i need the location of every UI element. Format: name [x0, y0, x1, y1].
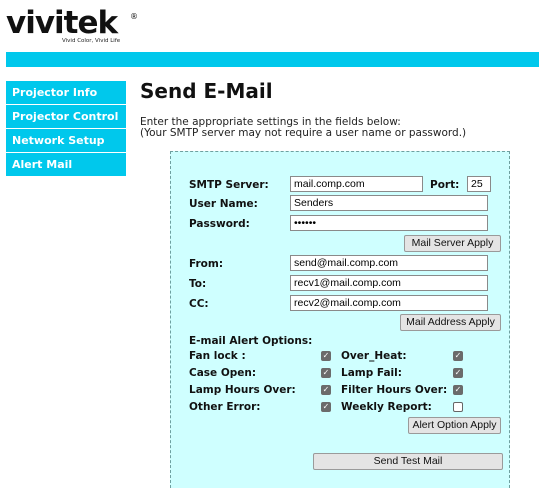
- lamp-hours-over-label: Lamp Hours Over:: [189, 384, 296, 396]
- weekly-report-checkbox[interactable]: [453, 402, 463, 412]
- logo-registered-mark: ®: [130, 12, 138, 21]
- case-open-checkbox[interactable]: ✓: [321, 368, 331, 378]
- port-label: Port:: [430, 179, 460, 191]
- mail-server-apply-button[interactable]: Mail Server Apply: [404, 235, 501, 252]
- user-name-label: User Name:: [189, 198, 258, 210]
- weekly-report-label: Weekly Report:: [341, 401, 432, 413]
- password-label: Password:: [189, 218, 250, 230]
- sidebar-item-alert-mail-settings[interactable]: Alert Mail Settings: [6, 153, 126, 194]
- sidebar-item-projector-control[interactable]: Projector Control: [6, 105, 126, 128]
- page-description: Enter the appropriate settings in the fi…: [140, 117, 466, 139]
- other-error-checkbox[interactable]: ✓: [321, 402, 331, 412]
- description-line-2: (Your SMTP server may not require a user…: [140, 127, 467, 139]
- send-test-mail-button[interactable]: Send Test Mail: [313, 453, 503, 470]
- filter-hours-over-checkbox[interactable]: ✓: [453, 385, 463, 395]
- logo-tagline: Vivid Color, Vivid Life: [62, 38, 121, 44]
- mail-address-apply-button[interactable]: Mail Address Apply: [400, 314, 501, 331]
- fan-lock-checkbox[interactable]: ✓: [321, 351, 331, 361]
- lamp-hours-over-checkbox[interactable]: ✓: [321, 385, 331, 395]
- user-name-input[interactable]: [290, 195, 488, 211]
- alert-option-apply-button[interactable]: Alert Option Apply: [408, 417, 501, 434]
- sidebar-item-projector-info[interactable]: Projector Info: [6, 81, 126, 104]
- sidebar-item-network-setup[interactable]: Network Setup: [6, 129, 126, 152]
- lamp-fail-checkbox[interactable]: ✓: [453, 368, 463, 378]
- header-bar: [6, 52, 539, 67]
- page-title: Send E-Mail: [140, 79, 273, 103]
- smtp-server-label: SMTP Server:: [189, 179, 269, 191]
- fan-lock-label: Fan lock :: [189, 350, 246, 362]
- password-input[interactable]: [290, 215, 488, 231]
- alert-options-title: E-mail Alert Options:: [189, 335, 313, 347]
- port-input[interactable]: [467, 176, 491, 192]
- vivitek-logo: vivitek ® Vivid Color, Vivid Life: [6, 4, 146, 50]
- filter-hours-over-label: Filter Hours Over:: [341, 384, 448, 396]
- over-heat-label: Over_Heat:: [341, 350, 407, 362]
- to-label: To:: [189, 278, 207, 290]
- from-input[interactable]: [290, 255, 488, 271]
- lamp-fail-label: Lamp Fail:: [341, 367, 402, 379]
- other-error-label: Other Error:: [189, 401, 261, 413]
- email-settings-panel: SMTP Server: Port: User Name: Password: …: [170, 151, 510, 488]
- to-input[interactable]: [290, 275, 488, 291]
- over-heat-checkbox[interactable]: ✓: [453, 351, 463, 361]
- case-open-label: Case Open:: [189, 367, 257, 379]
- logo-wordmark: vivitek: [6, 5, 118, 41]
- cc-input[interactable]: [290, 295, 488, 311]
- smtp-server-input[interactable]: [290, 176, 423, 192]
- cc-label: CC:: [189, 298, 209, 310]
- from-label: From:: [189, 258, 224, 270]
